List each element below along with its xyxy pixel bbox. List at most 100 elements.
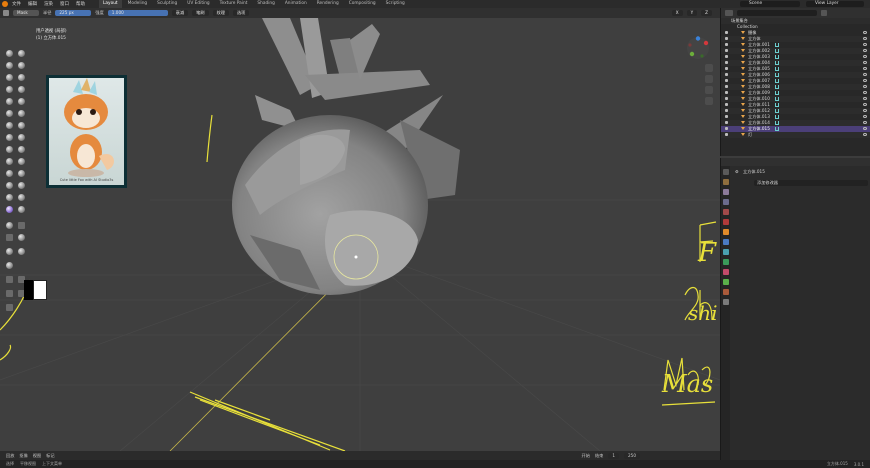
visibility-eye-icon[interactable] — [863, 79, 867, 82]
visibility-eye-icon[interactable] — [863, 127, 867, 130]
snake-hook-brush-icon[interactable] — [18, 146, 25, 153]
checkbox-icon[interactable] — [725, 127, 728, 130]
cloth-filter-icon[interactable] — [18, 248, 25, 255]
pinch-brush-icon[interactable] — [6, 134, 13, 141]
visibility-eye-icon[interactable] — [863, 49, 867, 52]
slide-relax-brush-icon[interactable] — [6, 182, 13, 189]
mask-brush-icon[interactable] — [6, 206, 13, 213]
material-tab-icon[interactable] — [723, 289, 729, 295]
menu-help[interactable]: 帮助 — [76, 1, 85, 7]
visibility-eye-icon[interactable] — [863, 55, 867, 58]
timeline-marker[interactable]: 标记 — [46, 453, 54, 459]
checkbox-icon[interactable] — [725, 97, 728, 100]
visibility-eye-icon[interactable] — [863, 61, 867, 64]
visibility-eye-icon[interactable] — [863, 97, 867, 100]
rotate-brush-icon[interactable] — [18, 170, 25, 177]
visibility-eye-icon[interactable] — [863, 85, 867, 88]
grab-brush-icon[interactable] — [18, 134, 25, 141]
mode-selector[interactable]: Mask — [13, 10, 39, 16]
brush-icon[interactable] — [3, 10, 9, 16]
draw-face-sets-icon[interactable] — [18, 206, 25, 213]
inflate-brush-icon[interactable] — [6, 86, 13, 93]
mesh-filter-icon[interactable] — [6, 248, 13, 255]
box-trim-icon[interactable] — [6, 234, 13, 241]
end-frame-field[interactable]: 250 — [624, 452, 640, 459]
menu-window[interactable]: 窗口 — [60, 1, 69, 7]
timeline-playback[interactable]: 回放 — [6, 453, 14, 459]
simplify-brush-icon[interactable] — [18, 194, 25, 201]
checkbox-icon[interactable] — [725, 37, 728, 40]
scene-tab-icon[interactable] — [723, 209, 729, 215]
tool-tab-icon[interactable] — [723, 169, 729, 175]
checkbox-icon[interactable] — [725, 115, 728, 118]
data-tab-icon[interactable] — [723, 279, 729, 285]
visibility-eye-icon[interactable] — [863, 31, 867, 34]
sculpt-mesh[interactable] — [232, 18, 460, 295]
menu-render[interactable]: 渲染 — [44, 1, 53, 7]
strength-field[interactable]: 1.000 — [107, 10, 168, 16]
blender-logo-icon[interactable] — [2, 1, 8, 7]
checkbox-icon[interactable] — [725, 31, 728, 34]
smooth-brush-icon[interactable] — [18, 98, 25, 105]
visibility-eye-icon[interactable] — [863, 73, 867, 76]
view-layer-tab-icon[interactable] — [723, 199, 729, 205]
checkbox-icon[interactable] — [725, 43, 728, 46]
tab-layout[interactable]: Layout — [99, 0, 122, 8]
flatten-brush-icon[interactable] — [6, 110, 13, 117]
visibility-eye-icon[interactable] — [863, 133, 867, 136]
options-dropdown[interactable]: 选项 — [232, 10, 250, 16]
object-tab-icon[interactable] — [723, 229, 729, 235]
tab-compositing[interactable]: Compositing — [345, 0, 380, 8]
box-mask-icon[interactable] — [6, 222, 13, 229]
current-frame-field[interactable]: 1 — [608, 452, 619, 459]
display-mode-icon[interactable] — [725, 10, 733, 16]
boundary-brush-icon[interactable] — [18, 182, 25, 189]
checkbox-icon[interactable] — [725, 121, 728, 124]
visibility-eye-icon[interactable] — [863, 91, 867, 94]
cloth-brush-icon[interactable] — [6, 194, 13, 201]
checkbox-icon[interactable] — [725, 79, 728, 82]
visibility-eye-icon[interactable] — [863, 43, 867, 46]
pose-brush-icon[interactable] — [18, 158, 25, 165]
checkbox-icon[interactable] — [725, 55, 728, 58]
falloff-dropdown[interactable]: 衰减 — [171, 10, 189, 16]
blob-brush-icon[interactable] — [18, 86, 25, 93]
texture-tab-icon[interactable] — [723, 299, 729, 305]
scale-tool-icon[interactable] — [6, 290, 13, 297]
brush-dropdown[interactable]: 笔刷 — [192, 10, 209, 16]
checkbox-icon[interactable] — [725, 109, 728, 112]
clay-thumb-brush-icon[interactable] — [6, 74, 13, 81]
symmetry-y[interactable]: Y — [686, 10, 698, 16]
visibility-eye-icon[interactable] — [863, 67, 867, 70]
annotate-tool-icon[interactable] — [6, 304, 13, 311]
tab-modeling[interactable]: Modeling — [124, 0, 152, 8]
outliner-row[interactable]: 灯 — [721, 132, 870, 138]
tab-rendering[interactable]: Rendering — [313, 0, 343, 8]
constraints-tab-icon[interactable] — [723, 269, 729, 275]
particles-tab-icon[interactable] — [723, 249, 729, 255]
texture-dropdown[interactable]: 纹理 — [212, 10, 229, 16]
add-modifier-button[interactable]: 添加修改器 — [754, 180, 868, 186]
clay-brush-icon[interactable] — [6, 62, 13, 69]
reference-image[interactable]: Cute little Fox with AI Studio3s — [46, 75, 127, 188]
scene-selector[interactable]: Scene — [740, 1, 800, 7]
3d-viewport[interactable]: 用户透视 (局部) (1) 立方体.015 F shi Mas Cute lit… — [0, 18, 720, 451]
crease-brush-icon[interactable] — [6, 98, 13, 105]
color-swatch[interactable] — [33, 280, 47, 300]
thumb-brush-icon[interactable] — [6, 158, 13, 165]
menu-edit[interactable]: 编辑 — [28, 1, 37, 7]
tab-shading[interactable]: Shading — [253, 0, 278, 8]
radius-field[interactable]: 225 px — [55, 10, 92, 16]
draw-sharp-brush-icon[interactable] — [18, 50, 25, 57]
scrape-brush-icon[interactable] — [6, 122, 13, 129]
navigation-gizmo[interactable] — [686, 36, 710, 60]
move-tool-icon[interactable] — [6, 276, 13, 283]
perspective-toggle-icon[interactable] — [705, 97, 713, 105]
timeline-keying[interactable]: 抠像 — [19, 453, 27, 459]
tab-animation[interactable]: Animation — [281, 0, 311, 8]
tab-scripting[interactable]: Scripting — [382, 0, 409, 8]
checkbox-icon[interactable] — [725, 103, 728, 106]
visibility-eye-icon[interactable] — [863, 121, 867, 124]
checkbox-icon[interactable] — [725, 61, 728, 64]
checkbox-icon[interactable] — [725, 49, 728, 52]
